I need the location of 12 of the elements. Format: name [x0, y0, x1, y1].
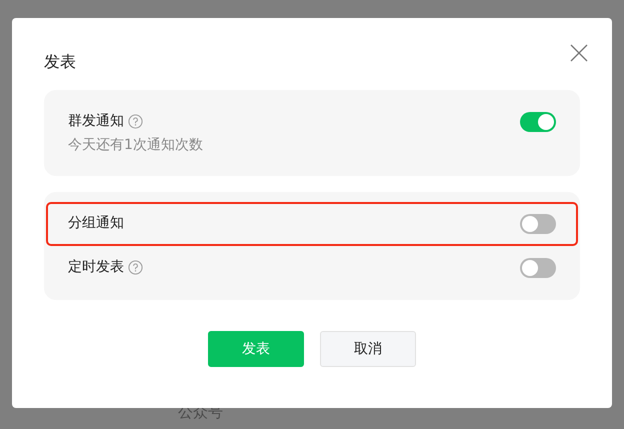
toggle-switch[interactable]	[520, 214, 556, 234]
close-icon[interactable]	[570, 44, 588, 62]
setting-label: 群发通知	[68, 112, 124, 130]
setting-note: 今天还有1次通知次数	[68, 136, 203, 154]
help-icon[interactable]	[128, 260, 143, 274]
help-icon[interactable]	[128, 114, 143, 128]
toggle-switch[interactable]	[520, 258, 556, 278]
toggle-switch[interactable]	[520, 112, 556, 132]
setting-label: 定时发表	[68, 258, 124, 276]
cancel-button[interactable]: 取消	[320, 331, 416, 367]
setting-label: 分组通知	[68, 214, 124, 232]
dialog-title: 发表	[44, 52, 76, 73]
